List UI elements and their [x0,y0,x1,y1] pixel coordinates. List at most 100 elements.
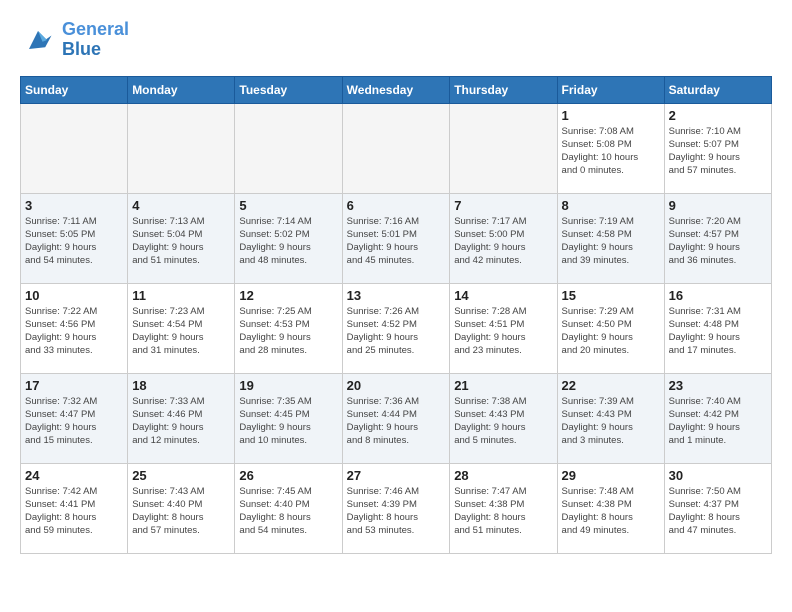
calendar-day-cell: 12 Sunrise: 7:25 AMSunset: 4:53 PMDayligh… [235,283,342,373]
day-info: Sunrise: 7:31 AMSunset: 4:48 PMDaylight:… [669,305,767,358]
calendar-day-cell [450,103,557,193]
calendar-day-cell: 18 Sunrise: 7:33 AMSunset: 4:46 PMDayligh… [128,373,235,463]
calendar-day-cell: 25 Sunrise: 7:43 AMSunset: 4:40 PMDayligh… [128,463,235,553]
day-info: Sunrise: 7:17 AMSunset: 5:00 PMDaylight:… [454,215,552,268]
calendar-day-cell [128,103,235,193]
day-number: 22 [562,378,660,393]
day-number: 14 [454,288,552,303]
day-number: 6 [347,198,446,213]
calendar-day-cell: 2 Sunrise: 7:10 AMSunset: 5:07 PMDaylight… [664,103,771,193]
day-info: Sunrise: 7:11 AMSunset: 5:05 PMDaylight:… [25,215,123,268]
day-info: Sunrise: 7:47 AMSunset: 4:38 PMDaylight:… [454,485,552,538]
calendar-day-cell: 26 Sunrise: 7:45 AMSunset: 4:40 PMDayligh… [235,463,342,553]
day-info: Sunrise: 7:35 AMSunset: 4:45 PMDaylight:… [239,395,337,448]
day-number: 13 [347,288,446,303]
day-number: 30 [669,468,767,483]
day-info: Sunrise: 7:36 AMSunset: 4:44 PMDaylight:… [347,395,446,448]
day-info: Sunrise: 7:14 AMSunset: 5:02 PMDaylight:… [239,215,337,268]
calendar-day-cell: 23Sunrise: 7:40 AMSunset: 4:42 PMDayligh… [664,373,771,463]
day-info: Sunrise: 7:43 AMSunset: 4:40 PMDaylight:… [132,485,230,538]
day-info: Sunrise: 7:25 AMSunset: 4:53 PMDaylight:… [239,305,337,358]
day-number: 27 [347,468,446,483]
calendar-day-cell: 13 Sunrise: 7:26 AMSunset: 4:52 PMDayligh… [342,283,450,373]
day-number: 15 [562,288,660,303]
weekday-header: Monday [128,76,235,103]
day-info: Sunrise: 7:08 AMSunset: 5:08 PMDaylight:… [562,125,660,178]
day-info: Sunrise: 7:22 AMSunset: 4:56 PMDaylight:… [25,305,123,358]
day-number: 8 [562,198,660,213]
calendar-day-cell: 7 Sunrise: 7:17 AMSunset: 5:00 PMDaylight… [450,193,557,283]
calendar-day-cell: 3 Sunrise: 7:11 AMSunset: 5:05 PMDaylight… [21,193,128,283]
day-info: Sunrise: 7:33 AMSunset: 4:46 PMDaylight:… [132,395,230,448]
calendar-day-cell: 5 Sunrise: 7:14 AMSunset: 5:02 PMDaylight… [235,193,342,283]
weekday-header: Sunday [21,76,128,103]
calendar-day-cell [342,103,450,193]
day-info: Sunrise: 7:10 AMSunset: 5:07 PMDaylight:… [669,125,767,178]
day-number: 7 [454,198,552,213]
day-number: 24 [25,468,123,483]
day-number: 17 [25,378,123,393]
day-info: Sunrise: 7:40 AMSunset: 4:42 PMDaylight:… [669,395,767,448]
day-info: Sunrise: 7:45 AMSunset: 4:40 PMDaylight:… [239,485,337,538]
day-number: 20 [347,378,446,393]
day-info: Sunrise: 7:29 AMSunset: 4:50 PMDaylight:… [562,305,660,358]
calendar-day-cell [21,103,128,193]
calendar-day-cell: 9 Sunrise: 7:20 AMSunset: 4:57 PMDaylight… [664,193,771,283]
day-number: 4 [132,198,230,213]
day-info: Sunrise: 7:23 AMSunset: 4:54 PMDaylight:… [132,305,230,358]
calendar-day-cell: 20 Sunrise: 7:36 AMSunset: 4:44 PMDayligh… [342,373,450,463]
day-info: Sunrise: 7:39 AMSunset: 4:43 PMDaylight:… [562,395,660,448]
day-number: 21 [454,378,552,393]
calendar-header-row: SundayMondayTuesdayWednesdayThursdayFrid… [21,76,772,103]
page-header: General Blue [20,20,772,60]
day-number: 16 [669,288,767,303]
day-number: 2 [669,108,767,123]
day-info: Sunrise: 7:20 AMSunset: 4:57 PMDaylight:… [669,215,767,268]
day-number: 19 [239,378,337,393]
day-number: 28 [454,468,552,483]
day-info: Sunrise: 7:16 AMSunset: 5:01 PMDaylight:… [347,215,446,268]
calendar-day-cell [235,103,342,193]
calendar-day-cell: 28 Sunrise: 7:47 AMSunset: 4:38 PMDayligh… [450,463,557,553]
calendar-day-cell: 15 Sunrise: 7:29 AMSunset: 4:50 PMDayligh… [557,283,664,373]
day-number: 18 [132,378,230,393]
day-number: 3 [25,198,123,213]
calendar-day-cell: 8 Sunrise: 7:19 AMSunset: 4:58 PMDaylight… [557,193,664,283]
day-number: 29 [562,468,660,483]
day-info: Sunrise: 7:38 AMSunset: 4:43 PMDaylight:… [454,395,552,448]
calendar-day-cell: 16 Sunrise: 7:31 AMSunset: 4:48 PMDayligh… [664,283,771,373]
calendar-day-cell: 29 Sunrise: 7:48 AMSunset: 4:38 PMDayligh… [557,463,664,553]
day-number: 25 [132,468,230,483]
calendar-day-cell: 30 Sunrise: 7:50 AMSunset: 4:37 PMDayligh… [664,463,771,553]
calendar-day-cell: 6 Sunrise: 7:16 AMSunset: 5:01 PMDaylight… [342,193,450,283]
day-number: 12 [239,288,337,303]
calendar-day-cell: 1Sunrise: 7:08 AMSunset: 5:08 PMDaylight… [557,103,664,193]
day-number: 26 [239,468,337,483]
calendar-day-cell: 4Sunrise: 7:13 AMSunset: 5:04 PMDaylight… [128,193,235,283]
weekday-header: Saturday [664,76,771,103]
day-number: 9 [669,198,767,213]
calendar-day-cell: 17 Sunrise: 7:32 AMSunset: 4:47 PMDayligh… [21,373,128,463]
calendar-day-cell: 22 Sunrise: 7:39 AMSunset: 4:43 PMDayligh… [557,373,664,463]
calendar-day-cell: 10 Sunrise: 7:22 AMSunset: 4:56 PMDayligh… [21,283,128,373]
day-number: 5 [239,198,337,213]
calendar-week-row: 3 Sunrise: 7:11 AMSunset: 5:05 PMDaylight… [21,193,772,283]
day-number: 10 [25,288,123,303]
calendar-table: SundayMondayTuesdayWednesdayThursdayFrid… [20,76,772,554]
day-info: Sunrise: 7:28 AMSunset: 4:51 PMDaylight:… [454,305,552,358]
weekday-header: Tuesday [235,76,342,103]
calendar-week-row: 17 Sunrise: 7:32 AMSunset: 4:47 PMDayligh… [21,373,772,463]
calendar-day-cell: 27Sunrise: 7:46 AMSunset: 4:39 PMDayligh… [342,463,450,553]
logo-text: General Blue [62,20,129,60]
day-info: Sunrise: 7:32 AMSunset: 4:47 PMDaylight:… [25,395,123,448]
weekday-header: Friday [557,76,664,103]
day-info: Sunrise: 7:26 AMSunset: 4:52 PMDaylight:… [347,305,446,358]
calendar-day-cell: 21 Sunrise: 7:38 AMSunset: 4:43 PMDayligh… [450,373,557,463]
calendar-day-cell: 11Sunrise: 7:23 AMSunset: 4:54 PMDayligh… [128,283,235,373]
day-info: Sunrise: 7:19 AMSunset: 4:58 PMDaylight:… [562,215,660,268]
day-info: Sunrise: 7:48 AMSunset: 4:38 PMDaylight:… [562,485,660,538]
day-info: Sunrise: 7:50 AMSunset: 4:37 PMDaylight:… [669,485,767,538]
day-info: Sunrise: 7:42 AMSunset: 4:41 PMDaylight:… [25,485,123,538]
calendar-day-cell: 24 Sunrise: 7:42 AMSunset: 4:41 PMDayligh… [21,463,128,553]
calendar-week-row: 10 Sunrise: 7:22 AMSunset: 4:56 PMDayligh… [21,283,772,373]
